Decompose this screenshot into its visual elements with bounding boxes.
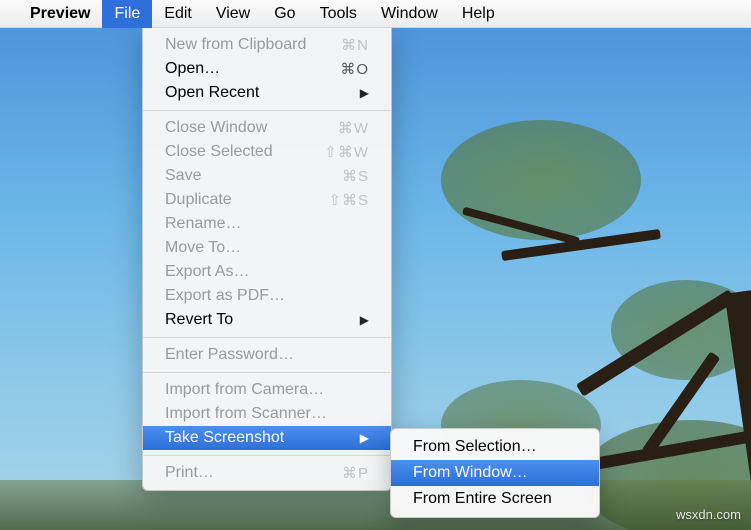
menu-item-open[interactable]: Open… ⌘O [143, 57, 391, 81]
menu-item-rename[interactable]: Rename… [143, 212, 391, 236]
menu-item-enter-password[interactable]: Enter Password… [143, 343, 391, 367]
menu-separator [143, 372, 391, 373]
menu-view[interactable]: View [204, 0, 262, 28]
menu-item-new-from-clipboard[interactable]: New from Clipboard ⌘N [143, 33, 391, 57]
menu-item-label: Print… [165, 464, 214, 482]
menu-item-label: Move To… [165, 239, 241, 257]
menu-item-close-window[interactable]: Close Window ⌘W [143, 116, 391, 140]
menu-item-label: From Selection… [413, 438, 537, 456]
menu-separator [143, 455, 391, 456]
menu-separator [143, 337, 391, 338]
menu-item-shortcut: ⌘N [341, 36, 369, 54]
menu-item-move-to[interactable]: Move To… [143, 236, 391, 260]
take-screenshot-submenu: From Selection… From Window… From Entire… [390, 428, 600, 518]
menu-item-label: Import from Camera… [165, 381, 324, 399]
menu-edit[interactable]: Edit [152, 0, 204, 28]
menu-item-open-recent[interactable]: Open Recent ▶ [143, 81, 391, 105]
submenu-item-from-selection[interactable]: From Selection… [391, 434, 599, 460]
menu-item-label: From Entire Screen [413, 490, 552, 508]
menu-item-label: Import from Scanner… [165, 405, 327, 423]
menu-item-shortcut: ⇧⌘S [328, 191, 369, 209]
chevron-right-icon: ▶ [360, 86, 369, 100]
menu-item-revert-to[interactable]: Revert To ▶ [143, 308, 391, 332]
menu-go[interactable]: Go [262, 0, 307, 28]
watermark-text: wsxdn.com [676, 507, 741, 522]
menu-item-label: Enter Password… [165, 346, 294, 364]
menu-item-close-selected[interactable]: Close Selected ⇧⌘W [143, 140, 391, 164]
menu-item-label: Export as PDF… [165, 287, 285, 305]
menu-item-export-pdf[interactable]: Export as PDF… [143, 284, 391, 308]
menu-file[interactable]: File [102, 0, 152, 28]
menu-item-shortcut: ⇧⌘W [324, 143, 369, 161]
menu-separator [143, 110, 391, 111]
menu-item-shortcut: ⌘W [338, 119, 369, 137]
menu-item-label: Revert To [165, 311, 233, 329]
menu-item-shortcut: ⌘S [342, 167, 369, 185]
menu-item-label: New from Clipboard [165, 36, 306, 54]
menu-item-print[interactable]: Print… ⌘P [143, 461, 391, 485]
menu-item-label: Close Window [165, 119, 267, 137]
menu-item-label: Save [165, 167, 201, 185]
menu-item-label: Rename… [165, 215, 241, 233]
menu-item-save[interactable]: Save ⌘S [143, 164, 391, 188]
menu-item-label: Close Selected [165, 143, 273, 161]
menu-item-label: Open Recent [165, 84, 259, 102]
menu-item-label: Export As… [165, 263, 249, 281]
menu-item-label: From Window… [413, 464, 528, 482]
menu-item-label: Take Screenshot [165, 429, 284, 447]
menu-item-import-scanner[interactable]: Import from Scanner… [143, 402, 391, 426]
submenu-item-from-window[interactable]: From Window… [391, 460, 599, 486]
submenu-item-from-entire-screen[interactable]: From Entire Screen [391, 486, 599, 512]
menu-item-export-as[interactable]: Export As… [143, 260, 391, 284]
menu-tools[interactable]: Tools [308, 0, 369, 28]
file-dropdown-menu: New from Clipboard ⌘N Open… ⌘O Open Rece… [142, 28, 392, 491]
menu-item-duplicate[interactable]: Duplicate ⇧⌘S [143, 188, 391, 212]
menu-help[interactable]: Help [450, 0, 507, 28]
menu-item-label: Open… [165, 60, 220, 78]
chevron-right-icon: ▶ [360, 431, 369, 445]
menu-bar: Preview File Edit View Go Tools Window H… [0, 0, 751, 28]
menu-item-take-screenshot[interactable]: Take Screenshot ▶ [143, 426, 391, 450]
menu-item-import-camera[interactable]: Import from Camera… [143, 378, 391, 402]
app-menu-preview[interactable]: Preview [18, 0, 102, 28]
chevron-right-icon: ▶ [360, 313, 369, 327]
menu-item-shortcut: ⌘P [342, 464, 369, 482]
menu-window[interactable]: Window [369, 0, 450, 28]
menu-item-shortcut: ⌘O [340, 60, 369, 78]
menu-item-label: Duplicate [165, 191, 232, 209]
